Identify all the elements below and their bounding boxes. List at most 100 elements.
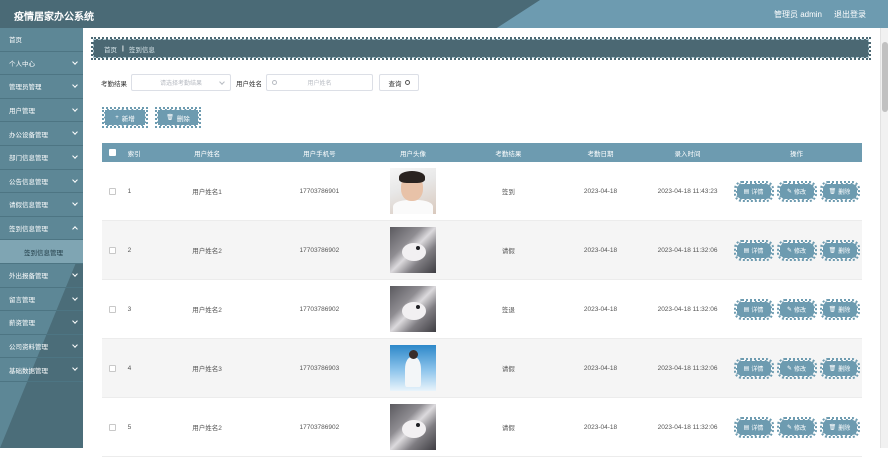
row-checkbox[interactable] <box>108 364 116 372</box>
table-row: 3 用户姓名2 17703786902 签退 2023-04-18 2023-0… <box>102 280 862 339</box>
detail-button[interactable]: ▤ 详情 <box>733 298 774 320</box>
sidebar-item-office-equipment[interactable]: 办公设备管理 <box>0 122 83 146</box>
edit-icon: ✎ <box>786 365 792 372</box>
chevron-down-icon <box>72 294 78 301</box>
result-label: 考勤结果 <box>101 80 127 88</box>
sidebar-item-company-docs[interactable]: 公司资料管理 <box>0 335 83 359</box>
col-ops: 操作 <box>790 150 803 158</box>
breadcrumb-home[interactable]: 首页 <box>104 44 117 54</box>
table-row: 5 用户姓名2 17703786902 请假 2023-04-18 2023-0… <box>102 398 862 457</box>
sidebar-item-salary[interactable]: 薪资管理 <box>0 311 83 335</box>
delete-button[interactable]: 🗑 删除 <box>819 357 860 379</box>
edit-icon: ✎ <box>786 188 792 195</box>
select-all-checkbox[interactable] <box>108 149 116 156</box>
trash-icon: 🗑 <box>828 188 837 195</box>
sidebar-item-departments[interactable]: 部门信息管理 <box>0 146 83 170</box>
edit-button[interactable]: ✎ 修改 <box>776 416 817 438</box>
avatar <box>389 404 436 450</box>
col-result: 考勤结果 <box>495 150 522 158</box>
name-input[interactable]: 用户姓名 <box>266 74 373 91</box>
edit-button[interactable]: ✎ 修改 <box>776 239 817 261</box>
row-checkbox[interactable] <box>108 246 116 254</box>
detail-button[interactable]: ▤ 详情 <box>733 357 774 379</box>
sidebar-item-home[interactable]: 首页 <box>0 28 83 52</box>
col-phone: 用户手机号 <box>303 150 336 158</box>
col-time: 录入时间 <box>674 150 701 158</box>
result-select[interactable]: 请选择考勤结果 <box>131 74 231 91</box>
sidebar-item-users[interactable]: 用户管理 <box>0 99 83 123</box>
detail-button[interactable]: ▤ 详情 <box>733 239 774 261</box>
chevron-down-icon <box>72 200 78 206</box>
chevron-down-icon <box>72 318 78 324</box>
page-scrollbar[interactable] <box>880 28 888 448</box>
chevron-down-icon <box>72 271 78 277</box>
query-button[interactable]: 查询 <box>379 74 419 91</box>
sidebar-item-admin[interactable]: 管理员管理 <box>0 75 83 99</box>
row-checkbox[interactable] <box>108 187 116 195</box>
trash-icon: 🗑 <box>166 115 174 121</box>
delete-button[interactable]: 🗑 删除 <box>819 416 860 438</box>
sidebar-item-base-data[interactable]: 基础数据管理 <box>0 358 83 382</box>
table-row: 2 用户姓名2 17703786902 请假 2023-04-18 2023-0… <box>102 221 862 280</box>
trash-icon: 🗑 <box>828 365 837 372</box>
sidebar-item-outing[interactable]: 外出报备管理 <box>0 264 83 288</box>
detail-button[interactable]: ▤ 详情 <box>733 180 774 202</box>
edit-icon: ✎ <box>786 306 792 313</box>
chevron-down-icon <box>72 129 78 136</box>
sidebar-item-messages[interactable]: 留言管理 <box>0 288 83 312</box>
chevron-down-icon <box>72 176 78 183</box>
col-avatar: 用户头像 <box>399 150 426 158</box>
breadcrumb-current: 签到信息 <box>128 46 155 54</box>
avatar <box>389 286 436 332</box>
col-index: 索引 <box>127 150 141 158</box>
breadcrumb-separator: | <box>122 45 124 52</box>
document-icon: ▤ <box>743 247 750 254</box>
sidebar-item-checkin[interactable]: 签到信息管理 <box>0 217 83 241</box>
main-content: 首页 | 签到信息 考勤结果 请选择考勤结果 用户姓名 用户姓名 查询 + 新增… <box>83 28 880 457</box>
document-icon: ▤ <box>743 424 750 431</box>
scrollbar-thumb[interactable] <box>882 42 888 112</box>
col-date: 考勤日期 <box>587 150 614 158</box>
document-icon: ▤ <box>743 188 750 195</box>
add-button[interactable]: + 新增 <box>102 107 148 128</box>
chevron-down-icon <box>72 82 78 89</box>
col-name: 用户姓名 <box>194 150 221 158</box>
search-icon <box>272 80 277 85</box>
edit-icon: ✎ <box>786 424 792 431</box>
row-checkbox[interactable] <box>108 305 116 313</box>
sidebar-item-leave[interactable]: 请假信息管理 <box>0 193 83 217</box>
edit-button[interactable]: ✎ 修改 <box>776 298 817 320</box>
logout-link[interactable]: 退出登录 <box>834 9 866 20</box>
toolbar: + 新增 🗑 删除 <box>102 107 201 128</box>
trash-icon: 🗑 <box>828 306 837 313</box>
delete-button[interactable]: 🗑 删除 <box>819 239 860 261</box>
search-bar: 考勤结果 请选择考勤结果 用户姓名 用户姓名 查询 <box>101 74 419 91</box>
table-row: 4 用户姓名3 17703786903 请假 2023-04-18 2023-0… <box>102 339 862 398</box>
chevron-down-icon <box>72 105 78 112</box>
batch-delete-button[interactable]: 🗑 删除 <box>155 107 201 128</box>
delete-button[interactable]: 🗑 删除 <box>819 180 860 202</box>
sidebar-item-announcements[interactable]: 公告信息管理 <box>0 170 83 194</box>
document-icon: ▤ <box>743 306 750 313</box>
app-title: 疫情居家办公系统 <box>14 12 94 23</box>
name-label: 用户姓名 <box>236 80 262 88</box>
breadcrumb: 首页 | 签到信息 <box>91 37 871 60</box>
edit-button[interactable]: ✎ 修改 <box>776 180 817 202</box>
chevron-down-icon <box>72 58 78 65</box>
edit-icon: ✎ <box>786 247 792 254</box>
avatar <box>389 345 436 391</box>
header-right: 管理员 admin 退出登录 <box>774 9 866 20</box>
table-header: 索引 用户姓名 用户手机号 用户头像 考勤结果 考勤日期 录入时间 操作 <box>102 143 862 162</box>
chevron-down-icon <box>72 365 78 372</box>
sidebar-subitem-checkin-management[interactable]: 签到信息管理 <box>0 240 83 264</box>
sidebar-item-personal-center[interactable]: 个人中心 <box>0 52 83 76</box>
chevron-down-icon <box>219 79 225 85</box>
table-row: 1 用户姓名1 17703786901 签到 2023-04-18 2023-0… <box>102 162 862 221</box>
edit-button[interactable]: ✎ 修改 <box>776 357 817 379</box>
avatar <box>389 168 436 214</box>
delete-button[interactable]: 🗑 删除 <box>819 298 860 320</box>
row-checkbox[interactable] <box>108 423 116 431</box>
detail-button[interactable]: ▤ 详情 <box>733 416 774 438</box>
user-label: 管理员 admin <box>773 10 822 19</box>
search-icon <box>404 80 410 85</box>
